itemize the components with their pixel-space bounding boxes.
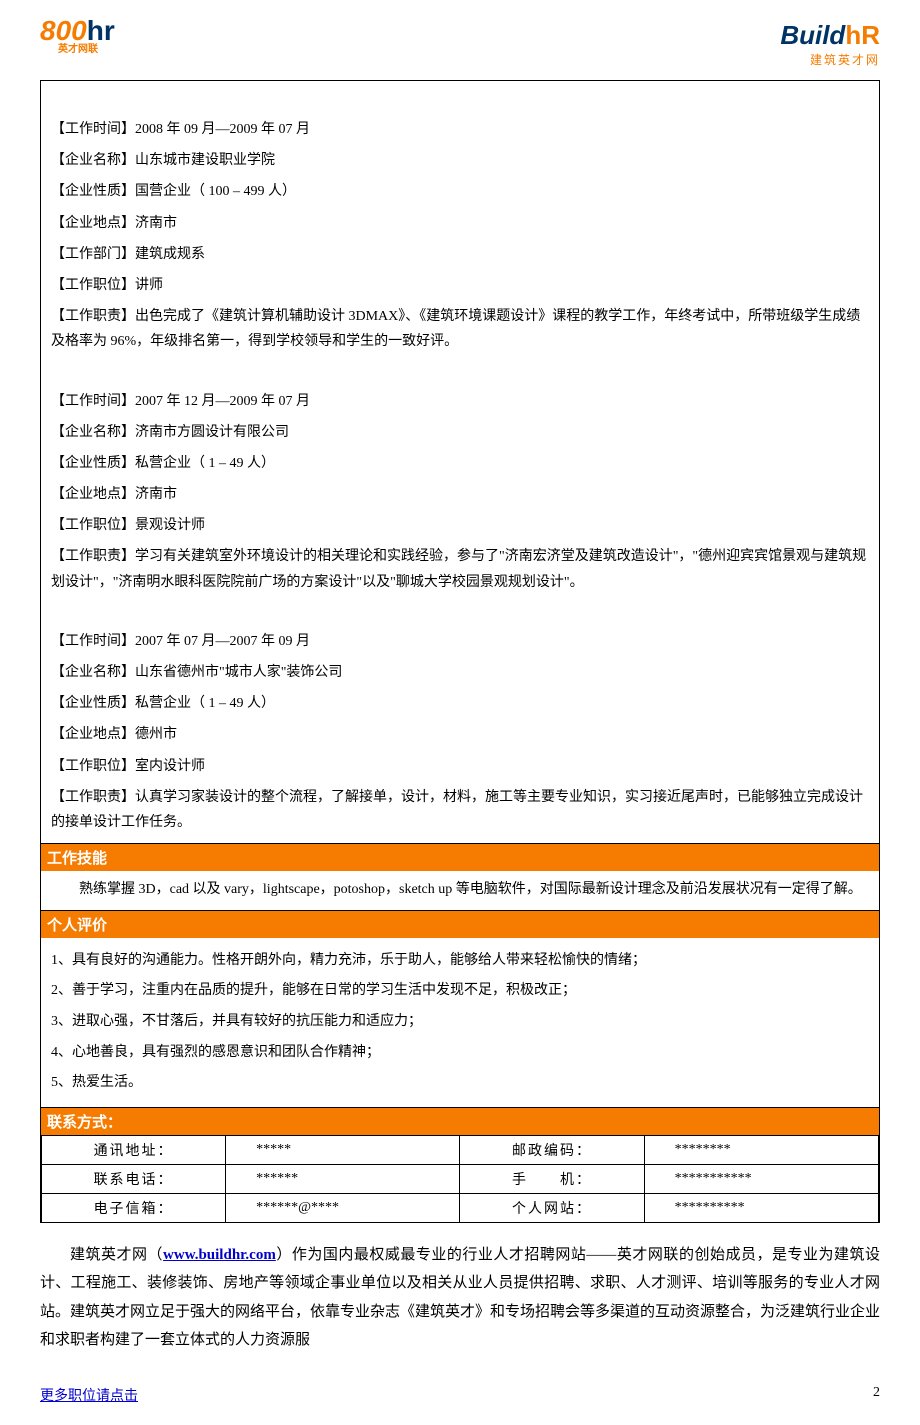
contact-value: ********** <box>644 1193 878 1222</box>
table-row: 通讯地址： ***** 邮政编码： ******** <box>42 1135 879 1164</box>
field-value: 济南市方圆设计有限公司 <box>135 425 289 440</box>
field-value: 德州市 <box>135 727 177 742</box>
field-value: 私营企业（ 1 – 49 人） <box>135 696 275 711</box>
eval-line: 2、善于学习，注重内在品质的提升，能够在日常的学习生活中发现不足，积极改正； <box>51 978 869 1005</box>
contact-label: 通讯地址： <box>42 1135 226 1164</box>
work-experience-block: 【工作时间】2007 年 07 月—2007 年 09 月 【企业名称】山东省德… <box>41 621 879 843</box>
footer-paragraph: 建筑英才网（www.buildhr.com）作为国内最权威最专业的行业人才招聘网… <box>40 1241 880 1355</box>
field-label: 【企业名称】 <box>51 425 135 440</box>
field-label: 【企业地点】 <box>51 216 135 231</box>
field-value: 国营企业（ 100 – 499 人） <box>135 184 296 199</box>
field-label: 【工作部门】 <box>51 247 135 262</box>
field-label: 【企业性质】 <box>51 696 135 711</box>
work-experience-block: 【工作时间】2008 年 09 月—2009 年 07 月 【企业名称】山东城市… <box>41 81 879 363</box>
page-footer-bar: 更多职位请点击 2 <box>40 1385 880 1405</box>
contact-table: 通讯地址： ***** 邮政编码： ******** 联系电话： ****** … <box>41 1135 879 1223</box>
logo-build: Build <box>780 20 845 50</box>
table-row: 联系电话： ****** 手 机： *********** <box>42 1164 879 1193</box>
field-value: 认真学习家装设计的整个流程，了解接单，设计，材料，施工等主要专业知识，实习接近尾… <box>51 790 863 830</box>
field-value: 2008 年 09 月—2009 年 07 月 <box>135 122 310 137</box>
logo-build-sub: 建筑英才网 <box>780 51 880 68</box>
page-number: 2 <box>873 1385 880 1405</box>
field-label: 【工作职位】 <box>51 518 135 533</box>
field-label: 【工作时间】 <box>51 394 135 409</box>
logo-buildhr: BuildhR 建筑英才网 <box>780 20 880 68</box>
eval-line: 5、热爱生活。 <box>51 1070 869 1097</box>
section-header-contact: 联系方式： <box>41 1107 879 1135</box>
field-value: 济南市 <box>135 216 177 231</box>
contact-label: 邮政编码： <box>460 1135 644 1164</box>
more-positions-link[interactable]: 更多职位请点击 <box>40 1385 138 1405</box>
table-row: 电子信箱： ******@**** 个人网站： ********** <box>42 1193 879 1222</box>
field-value: 学习有关建筑室外环境设计的相关理论和实践经验，参与了"济南宏济堂及建筑改造设计"… <box>51 549 866 589</box>
field-label: 【企业性质】 <box>51 184 135 199</box>
field-label: 【企业性质】 <box>51 456 135 471</box>
field-value: 山东城市建设职业学院 <box>135 153 275 168</box>
field-value: 出色完成了《建筑计算机辅助设计 3DMAX》、《建筑环境课题设计》课程的教学工作… <box>51 309 860 349</box>
eval-line: 1、具有良好的沟通能力。性格开朗外向，精力充沛，乐于助人，能够给人带来轻松愉快的… <box>51 948 869 975</box>
section-body-evaluation: 1、具有良好的沟通能力。性格开朗外向，精力充沛，乐于助人，能够给人带来轻松愉快的… <box>41 938 879 1107</box>
field-label: 【企业名称】 <box>51 153 135 168</box>
field-value: 建筑成规系 <box>135 247 205 262</box>
field-value: 2007 年 12 月—2009 年 07 月 <box>135 394 310 409</box>
contact-value: ****** <box>226 1164 460 1193</box>
contact-label: 电子信箱： <box>42 1193 226 1222</box>
field-label: 【工作职责】 <box>51 309 135 324</box>
field-value: 景观设计师 <box>135 518 205 533</box>
contact-value: ******@**** <box>226 1193 460 1222</box>
contact-value: ******** <box>644 1135 878 1164</box>
field-label: 【企业地点】 <box>51 487 135 502</box>
field-value: 山东省德州市"城市人家"装饰公司 <box>135 665 342 680</box>
contact-label: 手 机： <box>460 1164 644 1193</box>
field-label: 【企业地点】 <box>51 727 135 742</box>
field-label: 【工作职位】 <box>51 278 135 293</box>
field-value: 室内设计师 <box>135 759 205 774</box>
work-experience-block: 【工作时间】2007 年 12 月—2009 年 07 月 【企业名称】济南市方… <box>41 381 879 603</box>
eval-line: 4、心地善良，具有强烈的感恩意识和团队合作精神； <box>51 1040 869 1067</box>
section-body-skills: 熟练掌握 3D，cad 以及 vary，lightscape，potoshop，… <box>41 871 879 910</box>
field-value: 私营企业（ 1 – 49 人） <box>135 456 275 471</box>
field-label: 【企业名称】 <box>51 665 135 680</box>
footer-link[interactable]: www.buildhr.com <box>163 1247 276 1263</box>
contact-value: *********** <box>644 1164 878 1193</box>
field-value: 讲师 <box>135 278 163 293</box>
contact-value: ***** <box>226 1135 460 1164</box>
field-label: 【工作时间】 <box>51 122 135 137</box>
contact-label: 个人网站： <box>460 1193 644 1222</box>
field-value: 2007 年 07 月—2007 年 09 月 <box>135 634 310 649</box>
eval-line: 3、进取心强，不甘落后，并具有较好的抗压能力和适应力； <box>51 1009 869 1036</box>
resume-content: 【工作时间】2008 年 09 月—2009 年 07 月 【企业名称】山东城市… <box>40 80 880 1223</box>
field-label: 【工作职责】 <box>51 790 135 805</box>
contact-label: 联系电话： <box>42 1164 226 1193</box>
logo-800hr: 800hr 英才网联 <box>40 20 115 55</box>
field-value: 济南市 <box>135 487 177 502</box>
field-label: 【工作职位】 <box>51 759 135 774</box>
page-header: 800hr 英才网联 BuildhR 建筑英才网 <box>40 20 880 68</box>
skills-text: 熟练掌握 3D，cad 以及 vary，lightscape，potoshop，… <box>51 877 869 904</box>
field-label: 【工作职责】 <box>51 549 135 564</box>
section-header-evaluation: 个人评价 <box>41 910 879 938</box>
footer-lead: 建筑英才网（ <box>70 1247 163 1263</box>
section-header-skills: 工作技能 <box>41 843 879 871</box>
logo-build-hr: hR <box>845 20 880 50</box>
field-label: 【工作时间】 <box>51 634 135 649</box>
